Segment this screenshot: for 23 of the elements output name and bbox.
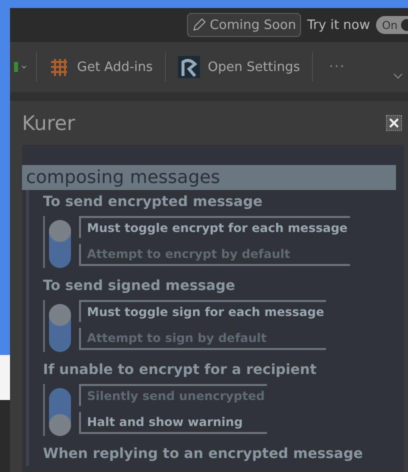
group-heading: When replying to an encrypted message	[43, 446, 364, 464]
more-button[interactable]: ···	[320, 59, 354, 75]
toggle-option[interactable]: Halt and show warning	[79, 412, 267, 434]
dialog-title: Kurer	[22, 111, 76, 135]
group-heading: If unable to encrypt for a recipient	[43, 362, 318, 380]
close-button[interactable]	[386, 115, 402, 131]
pencil-icon	[192, 18, 206, 32]
toggle-switch[interactable]: On	[376, 16, 408, 34]
get-add-ins-button[interactable]: Get Add-ins	[45, 57, 157, 77]
caret-icon[interactable]	[14, 60, 28, 74]
group-heading: To send signed message	[43, 278, 236, 296]
logo-icon	[178, 56, 200, 78]
coming-soon-button[interactable]: Coming Soon	[186, 13, 302, 37]
toggle-option[interactable]: Must toggle sign for each message	[79, 300, 326, 322]
vertical-toggle[interactable]	[49, 220, 71, 268]
vertical-toggle[interactable]	[49, 304, 71, 352]
vertical-toggle[interactable]	[49, 388, 71, 436]
try-it-now-label: Try it now	[307, 18, 370, 32]
open-settings-button[interactable]: Open Settings	[174, 56, 304, 78]
section-header: composing messages	[22, 165, 396, 190]
group-heading: To send encrypted message	[43, 194, 264, 212]
toggle-option[interactable]: Must toggle encrypt for each message	[79, 216, 350, 238]
grid-icon	[49, 57, 69, 77]
